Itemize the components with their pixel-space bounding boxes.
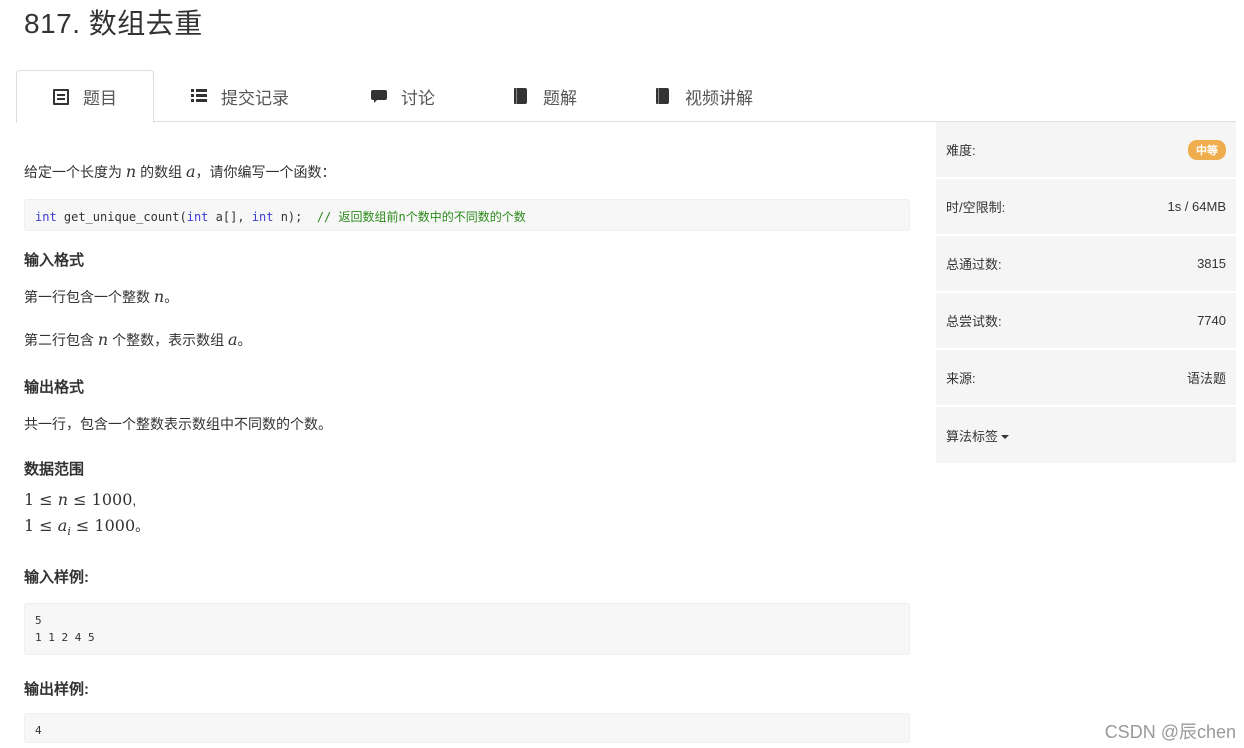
problem-intro: 给定一个长度为 n 的数组 a，请你编写一个函数： (24, 162, 336, 181)
limit-value: 1s / 64MB (1167, 199, 1226, 214)
passed-label: 总通过数: (946, 257, 1002, 272)
tried-row: 总尝试数: 7740 (936, 293, 1236, 349)
list-icon (191, 88, 207, 104)
data-range-line1: 1 ≤ n ≤ 1000, (24, 490, 137, 509)
source-row: 来源: 语法题 (936, 350, 1236, 406)
limit-row: 时/空限制: 1s / 64MB (936, 179, 1236, 235)
watermark: CSDN @辰chen (1104, 722, 1236, 742)
passed-value: 3815 (1197, 256, 1226, 271)
tab-label: 题目 (83, 89, 117, 108)
input-format-line1: 第一行包含一个整数 n。 (24, 287, 179, 306)
data-range-line2: 1 ≤ ai ≤ 1000。 (24, 516, 150, 538)
book-icon (513, 88, 529, 104)
tab-submissions[interactable]: 提交记录 (191, 70, 289, 122)
tab-label: 讨论 (401, 88, 435, 108)
book-icon (655, 88, 671, 104)
function-signature-code: int get_unique_count(int a[], int n); //… (24, 199, 910, 231)
document-icon (53, 88, 69, 105)
chat-icon (371, 88, 387, 104)
tab-label: 题解 (543, 88, 577, 108)
data-range-heading: 数据范围 (24, 461, 85, 478)
input-format-heading: 输入格式 (24, 252, 85, 269)
tab-label: 提交记录 (221, 88, 289, 108)
tab-solutions[interactable]: 题解 (513, 70, 577, 122)
source-label: 来源: (946, 371, 976, 386)
output-sample-box: 4 (24, 713, 910, 743)
limit-label: 时/空限制: (946, 200, 1006, 215)
tab-label: 视频讲解 (685, 88, 753, 108)
difficulty-badge: 中等 (1188, 139, 1226, 160)
output-format-heading: 输出格式 (24, 379, 85, 396)
difficulty-row: 难度: 中等 (936, 122, 1236, 178)
tried-value: 7740 (1197, 313, 1226, 328)
input-format-line2: 第二行包含 n 个整数，表示数组 a。 (24, 330, 252, 349)
input-sample-heading: 输入样例: (24, 569, 89, 586)
tab-bar: 题目 提交记录 讨论 题解 视频讲解 (16, 70, 1236, 123)
source-value: 语法题 (1186, 371, 1226, 386)
page-title: 817. 数组去重 (24, 8, 203, 39)
output-format-text: 共一行，包含一个整数表示数组中不同数的个数。 (24, 416, 332, 432)
output-sample-heading: 输出样例: (24, 681, 89, 698)
passed-row: 总通过数: 3815 (936, 236, 1236, 292)
tags-toggle[interactable]: 算法标签 (946, 426, 1010, 445)
tab-discussion[interactable]: 讨论 (371, 70, 435, 122)
tags-row[interactable]: 算法标签 (936, 407, 1236, 463)
tab-video[interactable]: 视频讲解 (655, 70, 753, 122)
input-sample-box: 5 1 1 2 4 5 (24, 603, 910, 655)
tab-problem[interactable]: 题目 (16, 70, 154, 123)
tried-label: 总尝试数: (946, 314, 1002, 329)
caret-down-icon (1001, 435, 1010, 440)
difficulty-label: 难度: (946, 143, 976, 158)
